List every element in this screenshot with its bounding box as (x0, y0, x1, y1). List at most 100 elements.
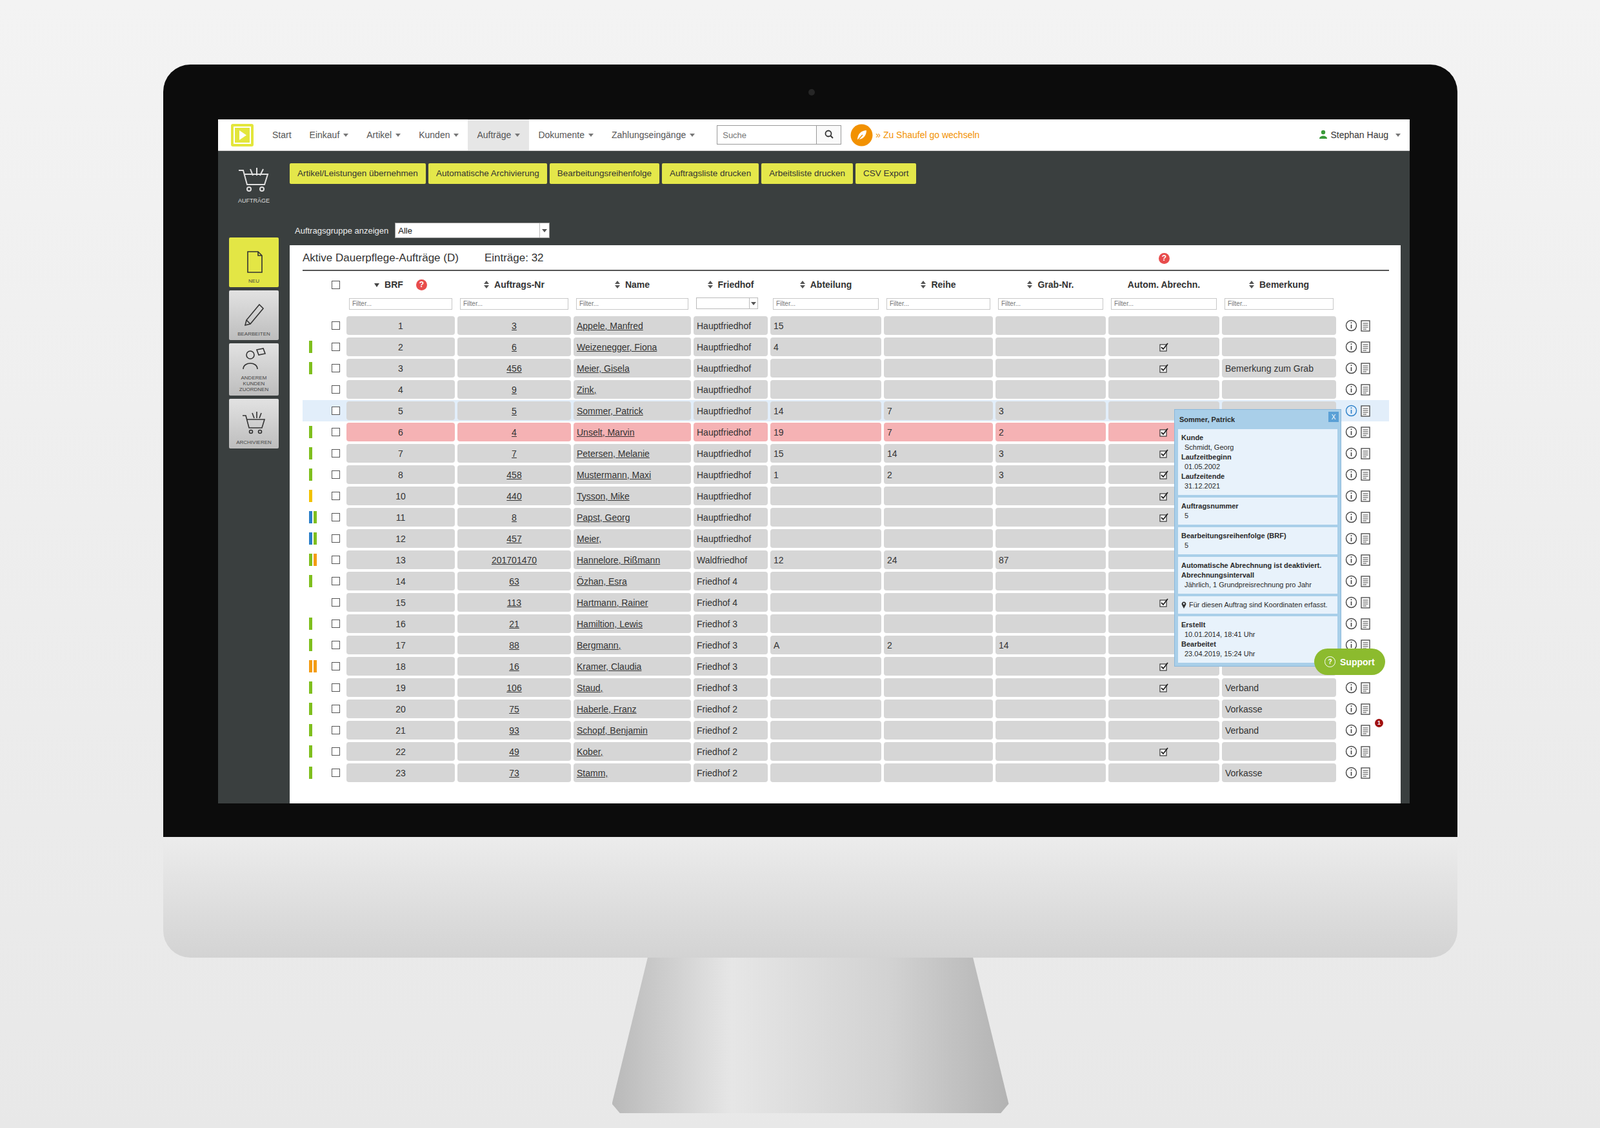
menu-item[interactable]: Start (263, 119, 301, 151)
row-link[interactable]: Meier, Gisela (576, 363, 630, 374)
select-all-checkbox[interactable] (331, 280, 340, 290)
row-link[interactable]: 63 (509, 576, 520, 587)
menu-item[interactable]: Kunden (409, 119, 468, 151)
row-link[interactable]: 440 (506, 490, 522, 502)
row-checkbox[interactable] (331, 725, 340, 735)
table-row[interactable]: 3456Meier, GiselaHauptfriedhofBemerkung … (302, 357, 1390, 379)
table-row[interactable]: 19106Staud,Friedhof 3Verband (302, 676, 1390, 699)
document-icon[interactable] (1360, 681, 1371, 694)
column-header[interactable]: Friedhof (693, 279, 768, 290)
column-header[interactable]: Grab-Nr. (995, 279, 1106, 290)
info-icon[interactable] (1345, 574, 1358, 588)
row-checkbox[interactable] (331, 640, 340, 650)
group-select[interactable]: Alle (394, 222, 550, 239)
row-link[interactable]: 73 (509, 767, 520, 779)
row-link[interactable]: Kramer, Claudia (576, 661, 642, 672)
sidebar-item[interactable]: BEARBEITEN (229, 290, 279, 340)
info-icon[interactable] (1345, 766, 1358, 779)
row-checkbox[interactable] (331, 427, 340, 437)
row-link[interactable]: Papst, Georg (576, 512, 631, 523)
info-icon[interactable] (1345, 510, 1358, 524)
row-checkbox[interactable] (331, 598, 340, 607)
row-link[interactable]: Bergmann, (576, 640, 621, 651)
search-button[interactable] (816, 125, 842, 145)
column-header[interactable]: Autom. Abrechn. (1108, 279, 1220, 290)
row-checkbox[interactable] (331, 363, 340, 373)
document-icon[interactable] (1360, 703, 1371, 715)
document-icon[interactable] (1360, 320, 1371, 332)
toolbar-button[interactable]: Artikel/Leistungen übernehmen (289, 163, 426, 184)
info-icon[interactable] (1345, 425, 1358, 439)
document-icon[interactable] (1360, 341, 1371, 353)
sidebar-item[interactable]: ARCHIVIEREN (229, 398, 279, 449)
document-icon[interactable] (1360, 426, 1371, 439)
row-link[interactable]: Hannelore, Rißmann (576, 554, 660, 566)
info-icon[interactable] (1345, 702, 1358, 715)
row-checkbox[interactable] (331, 576, 340, 586)
row-link[interactable]: 16 (509, 661, 520, 672)
info-icon[interactable] (1345, 447, 1358, 460)
menu-item[interactable]: Einkauf (300, 119, 359, 151)
row-link[interactable]: 5 (511, 405, 517, 417)
document-icon[interactable] (1360, 745, 1371, 758)
switch-link[interactable]: » Zu Shaufel go wechseln (850, 123, 980, 147)
help-icon[interactable]: ? (1158, 252, 1170, 264)
filter-input[interactable] (998, 298, 1104, 310)
search-input[interactable] (716, 125, 817, 145)
filter-input[interactable] (1110, 298, 1217, 310)
row-checkbox[interactable] (331, 342, 340, 351)
document-icon[interactable] (1360, 490, 1371, 502)
row-link[interactable]: Meier, (576, 533, 602, 544)
row-checkbox[interactable] (331, 747, 340, 756)
row-checkbox[interactable] (331, 534, 340, 543)
user-menu[interactable]: Stephan Haug (1319, 129, 1401, 141)
row-link[interactable]: 75 (509, 703, 520, 715)
column-header[interactable]: Abteilung (770, 279, 882, 290)
info-icon[interactable] (1345, 404, 1358, 417)
row-checkbox[interactable] (331, 385, 340, 394)
row-checkbox[interactable] (331, 704, 340, 713)
row-link[interactable]: Stamm, (576, 767, 608, 779)
row-link[interactable]: Schopf, Benjamin (576, 725, 648, 736)
row-link[interactable]: Özhan, Esra (576, 576, 628, 587)
document-icon[interactable] (1360, 511, 1371, 524)
row-link[interactable]: 457 (506, 533, 522, 544)
table-row[interactable]: 49Zink,Hauptfriedhof (302, 378, 1390, 400)
filter-input[interactable] (349, 298, 453, 310)
row-checkbox[interactable] (331, 321, 340, 330)
document-icon[interactable] (1360, 596, 1371, 609)
column-header[interactable]: Bemerkung (1221, 279, 1337, 290)
row-link[interactable]: Unselt, Marvin (576, 427, 635, 438)
close-button[interactable]: X (1328, 411, 1339, 422)
document-icon[interactable] (1360, 554, 1371, 566)
document-icon[interactable] (1360, 405, 1371, 417)
row-link[interactable]: Tysson, Mike (576, 490, 630, 502)
menu-item[interactable]: Aufträge (467, 119, 530, 151)
info-icon[interactable] (1345, 340, 1358, 353)
row-checkbox[interactable] (331, 449, 340, 458)
table-row[interactable]: 2249Kober,Friedhof 2 (302, 740, 1390, 762)
table-row[interactable]: 26Weizenegger, FionaHauptfriedhof4 (302, 336, 1390, 358)
toolbar-button[interactable]: Arbeitsliste drucken (761, 163, 853, 184)
row-link[interactable]: Appele, Manfred (576, 320, 644, 331)
row-checkbox[interactable] (331, 768, 340, 777)
row-link[interactable]: 3 (511, 320, 517, 331)
filter-input[interactable] (1224, 298, 1334, 310)
info-icon[interactable] (1345, 489, 1358, 502)
support-button[interactable]: ?Support (1314, 648, 1386, 675)
info-icon[interactable] (1345, 553, 1358, 566)
sidebar-item[interactable]: NEU (229, 237, 279, 288)
column-header[interactable]: Name (573, 279, 691, 290)
table-row[interactable]: 2193Schopf, BenjaminFriedhof 2Verband1 (302, 719, 1390, 741)
document-icon[interactable] (1360, 575, 1371, 588)
document-icon[interactable] (1360, 447, 1371, 460)
table-row[interactable]: 2075Haberle, FranzFriedhof 2Vorkasse (302, 698, 1390, 720)
row-link[interactable]: Petersen, Melanie (576, 448, 650, 459)
help-icon[interactable]: ? (416, 279, 428, 291)
row-checkbox[interactable] (331, 491, 340, 500)
document-icon[interactable] (1360, 362, 1371, 375)
info-icon[interactable] (1345, 532, 1358, 545)
menu-item[interactable]: Zahlungseingänge (602, 119, 704, 151)
row-link[interactable]: 8 (511, 512, 517, 523)
row-link[interactable]: 7 (511, 448, 517, 459)
